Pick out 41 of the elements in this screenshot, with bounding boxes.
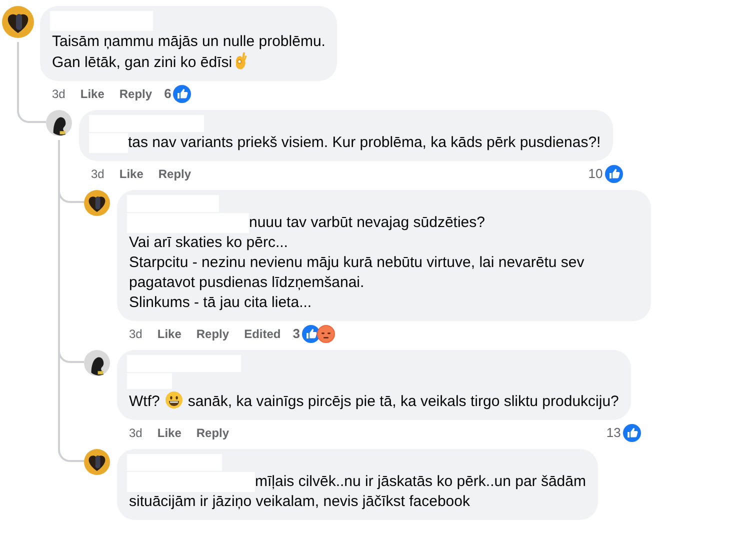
action-link[interactable]: Like: [157, 425, 182, 441]
comment-text: Slinkums - tā jau cita lieta...: [129, 294, 312, 311]
user-avatar[interactable]: [84, 449, 110, 475]
angry-reaction-icon: [316, 325, 335, 343]
reaction-count[interactable]: 13: [606, 425, 621, 441]
action-link[interactable]: Like: [119, 166, 144, 182]
action-link[interactable]: Like: [157, 326, 182, 342]
comment-text: nuuu tav varbūt nevajag sūdzēties?: [249, 214, 485, 231]
comment-text: sanāk, ka vainīgs pircējs pie tā, ka veikals tirgo sliktu produkciju?: [188, 393, 619, 410]
action-link[interactable]: Reply: [196, 326, 230, 342]
reaction-count[interactable]: 6: [164, 86, 172, 102]
user-avatar[interactable]: [84, 350, 110, 376]
thread-line: [17, 42, 19, 102]
action-link[interactable]: Like: [80, 86, 104, 102]
like-reaction-icon: [302, 325, 320, 343]
like-reaction-icon: [622, 424, 641, 442]
comment-text: Vai arī skaties ko pērc...: [129, 234, 288, 251]
like-reaction-icon: [604, 165, 623, 183]
like-reaction-icon: [173, 85, 192, 103]
comment-text: tas nav variants priekš visiem. Kur problēma, ka kāds pērk pusdienas?!: [128, 134, 601, 151]
reaction-count[interactable]: 10: [588, 166, 603, 182]
user-avatar[interactable]: [2, 6, 34, 38]
grinning-face-icon: [164, 391, 183, 409]
user-avatar[interactable]: [46, 110, 72, 136]
timestamp[interactable]: 3d: [52, 86, 66, 102]
comment-text: Wtf?: [129, 393, 160, 410]
comment-text: mīļais cilvēk..nu ir jāskatās ko pērk..un par šādām: [255, 473, 586, 490]
comment-text: situācijām ir jāziņo veikalam, nevis jāčīkst facebook: [129, 493, 470, 510]
ok-hand-icon: [233, 52, 250, 70]
comment-text: Gan lētāk, gan zini ko ēdīsi: [52, 54, 232, 71]
action-link[interactable]: Reply: [119, 86, 152, 102]
timestamp[interactable]: 3d: [91, 166, 104, 182]
comment-text: Taisām ņammu mājās un nulle problēmu.: [52, 33, 326, 50]
comment-text: Starpcitu - nezinu nevienu māju kurā nebūtu virtuve, lai nevarētu sev pagatavot pusdienas līdzņemšanai.: [129, 254, 584, 291]
reaction-count[interactable]: 3: [292, 326, 300, 342]
action-link[interactable]: Reply: [158, 166, 192, 182]
user-avatar[interactable]: [84, 190, 110, 216]
timestamp[interactable]: 3d: [129, 425, 142, 441]
action-link[interactable]: Edited: [244, 326, 281, 342]
action-link[interactable]: Reply: [196, 425, 230, 441]
timestamp[interactable]: 3d: [129, 326, 142, 342]
